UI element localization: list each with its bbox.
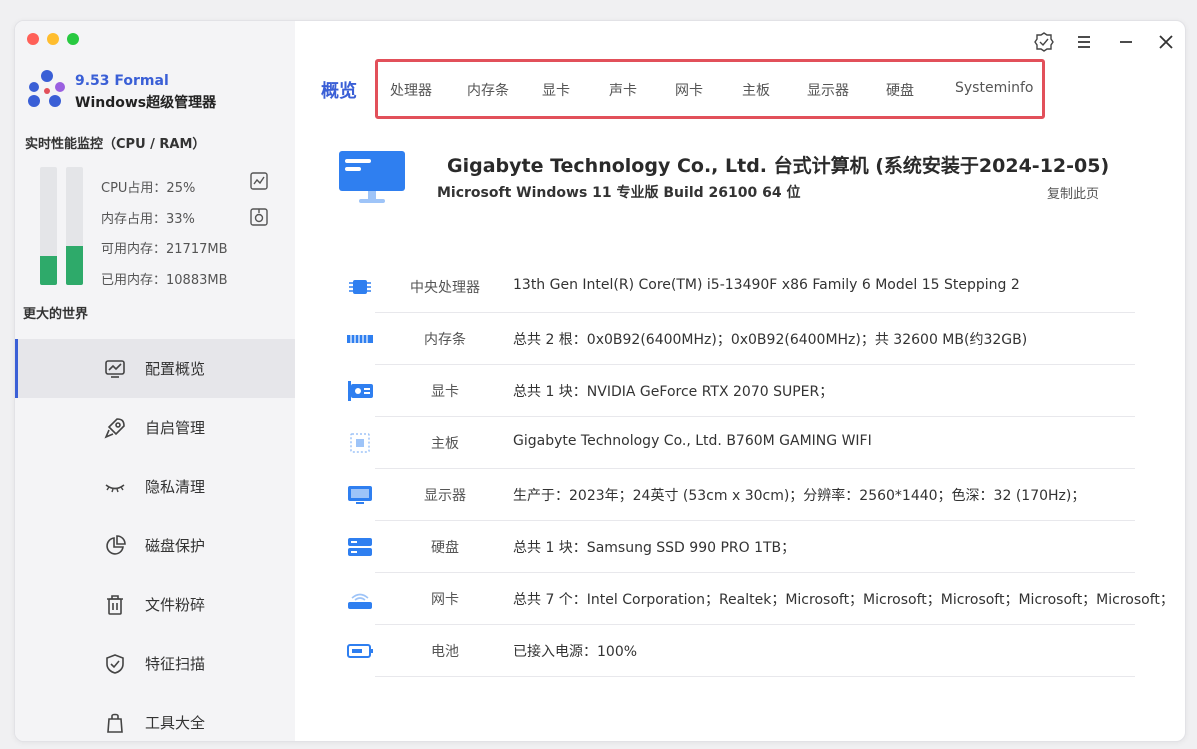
desktop-computer-icon <box>339 151 405 203</box>
spec-value: Gigabyte Technology Co., Ltd. B760M GAMI… <box>513 433 872 449</box>
display-icon <box>348 486 372 504</box>
eye-closed-icon <box>105 483 125 492</box>
menu-icon[interactable] <box>1073 31 1095 53</box>
spec-label: 内存条 <box>424 332 466 348</box>
sidebar: 9.53 Formal Windows超级管理器 实时性能监控（CPU / RA… <box>15 21 295 741</box>
sidebar-item-label: 文件粉碎 <box>145 596 206 614</box>
cpu-icon <box>349 280 371 294</box>
ram-usage-fill <box>66 246 83 285</box>
cpu-usage-text: CPU占用：25% <box>101 181 196 196</box>
spec-value: 总共 1 块：Samsung SSD 990 PRO 1TB； <box>513 540 796 556</box>
spec-value: 总共 2 根：0x0B92(6400MHz)；0x0B92(6400MHz)；共… <box>513 332 1028 348</box>
spec-row-network: 网卡 总共 7 个：Intel Corporation；Realtek；Micr… <box>335 573 1174 625</box>
spec-row-battery: 电池 已接入电源：100% <box>335 625 1135 677</box>
spec-value: 已接入电源：100% <box>513 644 638 660</box>
battery-icon <box>347 644 373 658</box>
spec-row-display: 显示器 生产于：2023年；24英寸 (53cm x 30cm)；分辨率：256… <box>335 469 1135 521</box>
trash-icon <box>107 594 123 615</box>
spec-label: 主板 <box>431 436 459 452</box>
window-traffic-lights <box>27 33 79 45</box>
rocket-icon <box>104 417 125 439</box>
chart-icon <box>105 359 125 378</box>
sidebar-nav: 配置概览 自启管理 隐私清理 磁盘保护 文件粉碎 特征扫描 工具大全 <box>15 339 295 741</box>
tab-processor[interactable]: 处理器 <box>390 80 432 100</box>
sidebar-item-label: 磁盘保护 <box>145 537 206 555</box>
mem-usage-text: 内存占用：33% <box>101 212 195 227</box>
gpu-icon <box>348 381 373 401</box>
cpu-detail-icon[interactable] <box>249 171 269 191</box>
spec-row-disk: 硬盘 总共 1 块：Samsung SSD 990 PRO 1TB； <box>335 521 1135 573</box>
bag-icon <box>107 713 123 733</box>
sidebar-item-tools[interactable]: 工具大全 <box>15 693 295 741</box>
spec-value: 生产于：2023年；24英寸 (53cm x 30cm)；分辨率：2560*14… <box>513 488 1086 504</box>
disk-icon <box>348 538 372 556</box>
cpu-usage-bar <box>40 167 57 285</box>
memory-detail-icon[interactable] <box>249 207 269 227</box>
cpu-usage-fill <box>40 255 57 285</box>
spec-value: 13th Gen Intel(R) Core(TM) i5-13490F x86… <box>513 277 1020 293</box>
sidebar-item-startup[interactable]: 自启管理 <box>15 398 295 457</box>
row-divider <box>375 676 1135 677</box>
pie-chart-icon <box>106 534 126 555</box>
used-mem-text: 已用内存：10883MB <box>101 273 228 288</box>
sidebar-item-label: 隐私清理 <box>145 478 206 496</box>
sidebar-item-label: 工具大全 <box>145 714 206 732</box>
sidebar-item-config-overview[interactable]: 配置概览 <box>15 339 295 398</box>
tab-disk[interactable]: 硬盘 <box>886 80 914 100</box>
sidebar-item-disk-protect[interactable]: 磁盘保护 <box>15 516 295 575</box>
tab-memory[interactable]: 内存条 <box>467 80 509 100</box>
spec-label: 显示器 <box>424 488 466 504</box>
tab-monitor[interactable]: 显示器 <box>807 80 849 100</box>
tab-sound[interactable]: 声卡 <box>609 80 637 100</box>
spec-label: 硬盘 <box>431 540 459 556</box>
sidebar-item-feature-scan[interactable]: 特征扫描 <box>15 634 295 693</box>
perf-monitor-title: 实时性能监控（CPU / RAM） <box>25 137 206 152</box>
spec-row-gpu: 显卡 总共 1 块：NVIDIA GeForce RTX 2070 SUPER； <box>335 365 1135 417</box>
network-icon <box>348 593 372 609</box>
tab-motherboard[interactable]: 主板 <box>742 80 770 100</box>
close-icon[interactable] <box>1155 31 1177 53</box>
spec-label: 网卡 <box>431 592 459 608</box>
tab-systeminfo[interactable]: Systeminfo <box>955 80 1033 96</box>
spec-row-ram: 内存条 总共 2 根：0x0B92(6400MHz)；0x0B92(6400MH… <box>335 313 1135 365</box>
minimize-window-button[interactable] <box>47 33 59 45</box>
ram-usage-bar <box>66 167 83 285</box>
os-info: Microsoft Windows 11 专业版 Build 26100 64 … <box>437 185 801 201</box>
sidebar-item-label: 自启管理 <box>145 419 206 437</box>
sidebar-item-label: 配置概览 <box>145 360 206 378</box>
sidebar-item-file-shred[interactable]: 文件粉碎 <box>15 575 295 634</box>
verified-badge-icon[interactable] <box>1033 31 1055 53</box>
available-mem-text: 可用内存：21717MB <box>101 242 228 257</box>
spec-value: 总共 1 块：NVIDIA GeForce RTX 2070 SUPER； <box>513 384 834 400</box>
spec-label: 中央处理器 <box>410 280 480 296</box>
copy-page-button[interactable]: 复制此页 <box>1047 183 1099 202</box>
app-version: 9.53 Formal <box>75 73 169 89</box>
spec-value: 总共 7 个：Intel Corporation；Realtek；Microso… <box>513 592 1174 608</box>
spec-list: 中央处理器 13th Gen Intel(R) Core(TM) i5-1349… <box>335 261 1174 677</box>
sidebar-item-label: 特征扫描 <box>145 655 206 673</box>
sidebar-item-privacy-clean[interactable]: 隐私清理 <box>15 457 295 516</box>
app-name: Windows超级管理器 <box>75 95 217 111</box>
shield-check-icon <box>106 653 124 674</box>
world-text: 更大的世界 <box>23 307 89 322</box>
app-window: 9.53 Formal Windows超级管理器 实时性能监控（CPU / RA… <box>14 20 1186 742</box>
tab-graphics[interactable]: 显卡 <box>542 80 570 100</box>
spec-row-motherboard: 主板 Gigabyte Technology Co., Ltd. B760M G… <box>335 417 1135 469</box>
spec-row-cpu: 中央处理器 13th Gen Intel(R) Core(TM) i5-1349… <box>335 261 1135 313</box>
ram-icon <box>347 335 373 343</box>
zoom-window-button[interactable] <box>67 33 79 45</box>
spec-label: 显卡 <box>431 384 459 400</box>
tab-network[interactable]: 网卡 <box>675 80 703 100</box>
page-title: Gigabyte Technology Co., Ltd. 台式计算机 (系统安… <box>447 155 1110 177</box>
motherboard-icon <box>350 433 370 453</box>
spec-label: 电池 <box>431 644 459 660</box>
close-window-button[interactable] <box>27 33 39 45</box>
tab-overview[interactable]: 概览 <box>321 77 357 103</box>
minimize-icon[interactable] <box>1115 31 1137 53</box>
app-logo-icon <box>28 70 65 107</box>
